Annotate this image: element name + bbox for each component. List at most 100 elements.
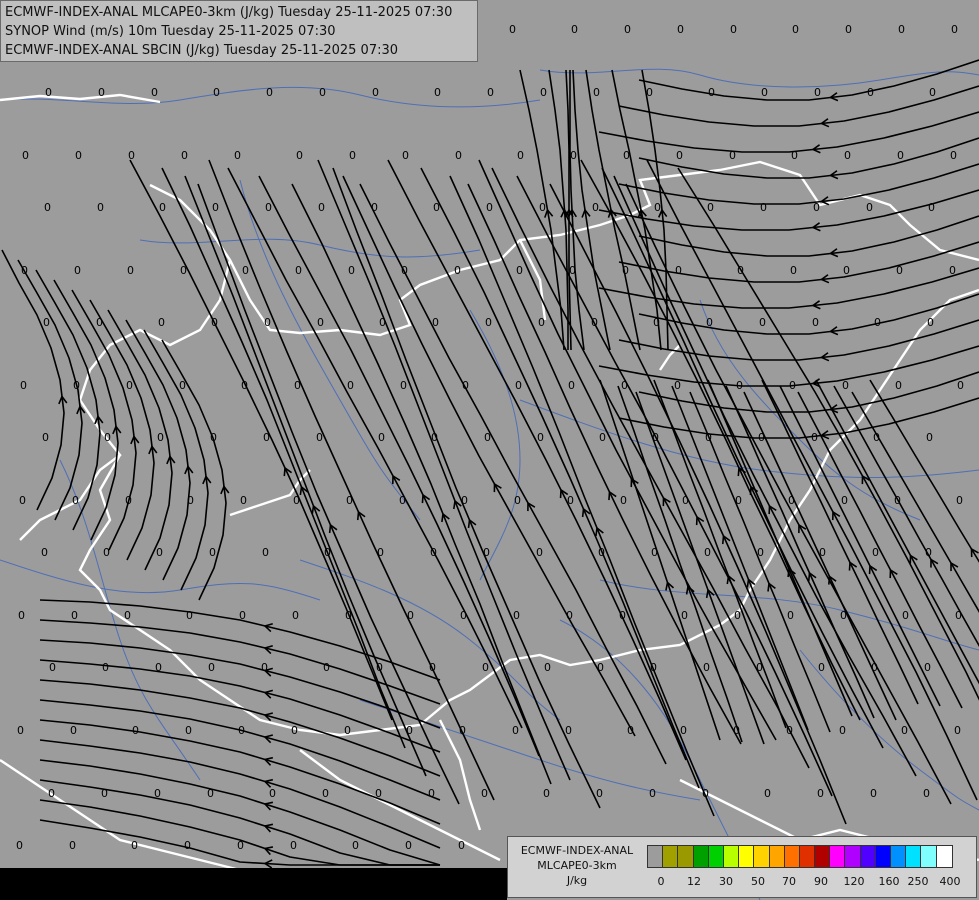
cape-value-label: 0 [817,787,824,800]
cape-value-label: 0 [955,609,962,622]
cape-value-label: 0 [734,609,741,622]
cape-value-label: 0 [265,201,272,214]
cape-value-label: 0 [291,724,298,737]
streamline [598,111,979,153]
cape-value-label: 0 [44,201,51,214]
cape-value-label: 0 [538,316,545,329]
cape-value-label: 0 [870,787,877,800]
legend-swatch [678,846,694,867]
legend-tick-label: 70 [782,875,796,888]
cape-value-label: 0 [811,431,818,444]
cape-value-label: 0 [434,86,441,99]
cape-value-label: 0 [19,494,26,507]
cape-value-label: 0 [462,379,469,392]
cape-value-label: 0 [761,86,768,99]
cape-value-label: 0 [17,724,24,737]
legend-swatch [739,846,755,867]
cape-value-label: 0 [897,149,904,162]
cape-value-label: 0 [45,86,52,99]
legend-color-scale [647,845,953,868]
cape-value-label: 0 [41,546,48,559]
cape-value-label: 0 [157,431,164,444]
streamline [227,167,523,729]
cape-value-label: 0 [812,316,819,329]
cape-value-label: 0 [69,839,76,852]
cape-value-label: 0 [599,431,606,444]
cape-value-label: 0 [212,201,219,214]
cape-value-label: 0 [571,23,578,36]
legend-title: ECMWF-INDEX-ANAL MLCAPE0-3km J/kg [511,843,643,888]
cape-value-label: 0 [482,661,489,674]
streamline [291,183,552,785]
cape-value-label: 0 [126,379,133,392]
cape-value-label: 0 [901,724,908,737]
cape-value-label: 0 [481,787,488,800]
cape-value-label: 0 [156,546,163,559]
cape-value-label: 0 [790,264,797,277]
cape-value-label: 0 [597,661,604,674]
cape-value-label: 0 [867,86,874,99]
cape-value-label: 0 [536,546,543,559]
cape-value-label: 0 [956,494,963,507]
cape-value-label: 0 [16,839,23,852]
streamline [618,85,979,127]
cape-value-label: 0 [402,149,409,162]
cape-value-label: 0 [704,546,711,559]
cape-value-label: 0 [131,839,138,852]
legend-swatch [784,846,800,867]
streamline [851,391,979,613]
cape-value-label: 0 [103,546,110,559]
cape-value-label: 0 [372,86,379,99]
title-synop-wind: SYNOP Wind (m/s) 10m Tuesday 25-11-2025 … [5,24,336,39]
river [0,559,321,601]
cape-value-label: 0 [319,86,326,99]
legend-tick-label: 250 [907,875,929,888]
cape-value-label: 0 [926,431,933,444]
cape-value-label: 0 [512,724,519,737]
cape-value-label: 0 [269,787,276,800]
cape-value-label: 0 [708,86,715,99]
cape-value-label: 0 [378,431,385,444]
cape-value-label: 0 [759,316,766,329]
cape-value-label: 0 [234,149,241,162]
cape-value-label: 0 [627,724,634,737]
color-legend: ECMWF-INDEX-ANAL MLCAPE0-3km J/kg 0 12 30 5… [507,836,977,898]
weather-map: 0 0 0 0 0 0 0 0 0 0 0 0 0 0 0 0 0 0 0 0 0 0 0 0 0 0 0 0 0 0 0 0 0 0 0 0 0 0 0 0… [0,23,979,900]
border-line [0,759,241,872]
legend-tick-label: 12 [687,875,701,888]
cape-value-label: 0 [844,149,851,162]
cape-value-label: 0 [565,724,572,737]
cape-value-label: 0 [72,494,79,507]
legend-tick-label: 120 [843,875,865,888]
cape-value-label: 0 [181,149,188,162]
legend-swatch [921,846,937,867]
cape-value-label: 0 [22,149,29,162]
cape-value-label: 0 [624,23,631,36]
cape-value-label: 0 [128,149,135,162]
cape-value-label: 0 [929,86,936,99]
cape-value-label: 0 [902,609,909,622]
cape-value-label: 0 [184,839,191,852]
cape-value-label: 0 [455,149,462,162]
legend-swatch [875,846,891,867]
cape-value-label: 0 [509,23,516,36]
cape-value-label: 0 [792,23,799,36]
legend-tick-label: 30 [719,875,733,888]
cape-value-label: 0 [124,609,131,622]
cape-value-label: 0 [814,86,821,99]
cape-value-label: 0 [760,201,767,214]
cape-value-label: 0 [593,86,600,99]
cape-value-label: 0 [872,546,879,559]
cape-value-label: 0 [950,149,957,162]
cape-value-label: 0 [323,661,330,674]
cape-value-label: 0 [264,316,271,329]
map-edge-strip [0,868,507,900]
cape-value-label: 0 [674,379,681,392]
legend-swatch [693,846,709,867]
cape-value-label: 0 [486,201,493,214]
streamline [39,699,441,801]
cape-value-label: 0 [400,379,407,392]
cape-value-label: 0 [539,201,546,214]
cape-value-label: 0 [654,201,661,214]
cape-value-label: 0 [317,316,324,329]
